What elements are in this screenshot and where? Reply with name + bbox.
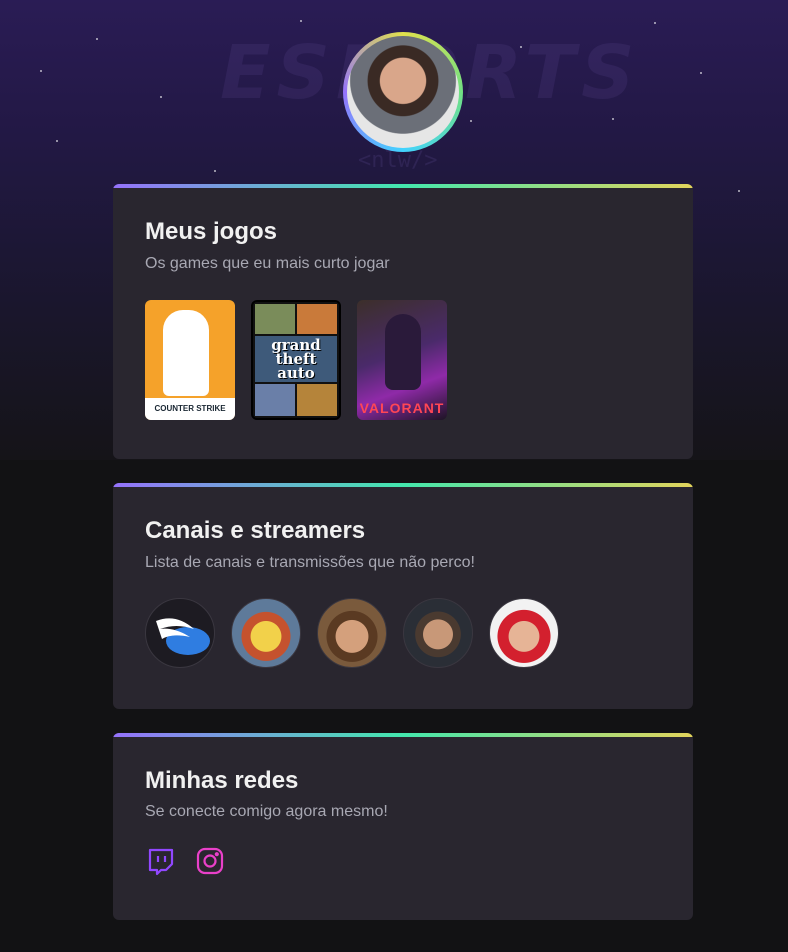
cs-soldier-figure (163, 310, 209, 396)
social-title: Minhas redes (145, 767, 299, 794)
game-valorant[interactable]: VALORANT (357, 300, 447, 420)
winged-logo-icon (156, 618, 210, 655)
instagram-link[interactable] (195, 846, 225, 876)
games-title: Meus jogos (145, 218, 278, 245)
streamer-avatar-4[interactable] (403, 598, 473, 668)
streamers-title: Canais e streamers (145, 517, 366, 544)
twitch-link[interactable] (146, 846, 176, 876)
streamer-avatar-3[interactable] (317, 598, 387, 668)
game-label-gta: grand theft auto (271, 336, 321, 382)
game-label-valorant: VALORANT (359, 400, 445, 416)
game-gta-v[interactable]: grand theft auto (251, 300, 341, 420)
streamer-avatar-1[interactable] (145, 598, 215, 668)
games-subtitle: Os games que eu mais curto jogar (145, 255, 390, 272)
games-card: Meus jogos Os games que eu mais curto jo… (113, 184, 693, 459)
game-counter-strike[interactable]: COUNTER STRIKE (145, 300, 235, 420)
game-label-cs: COUNTER STRIKE (145, 398, 235, 420)
profile-photo (347, 36, 459, 148)
valorant-agent-figure (385, 314, 421, 390)
social-card: Minhas redes Se conecte comigo agora mes… (113, 733, 693, 920)
streamer-avatar-2[interactable] (231, 598, 301, 668)
streamers-subtitle: Lista de canais e transmissões que não p… (145, 554, 475, 571)
streamers-card: Canais e streamers Lista de canais e tra… (113, 483, 693, 709)
streamer-avatar-5[interactable] (489, 598, 559, 668)
social-subtitle: Se conecte comigo agora mesmo! (145, 803, 388, 820)
twitch-icon (148, 848, 174, 876)
profile-avatar (343, 32, 463, 152)
instagram-icon (196, 847, 224, 875)
